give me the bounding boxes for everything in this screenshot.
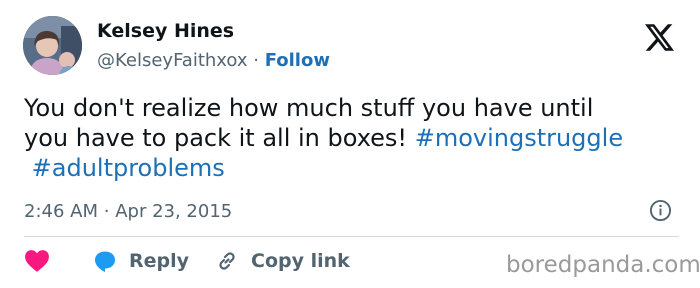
tweet-text-line-2-body: you have to pack it all in boxes!: [24, 124, 408, 152]
timestamp-date: Apr 23, 2015: [115, 201, 233, 222]
timestamp-separator: ·: [103, 201, 110, 222]
tweet-timestamp[interactable]: 2:46 AM · Apr 23, 2015: [24, 201, 232, 222]
tweet-text-line-3: #adultproblems: [24, 153, 684, 183]
tweet-text: You don't realize how much stuff you hav…: [24, 93, 684, 183]
info-icon[interactable]: [649, 199, 672, 222]
watermark: boredpanda.com: [506, 252, 700, 278]
author-name[interactable]: Kelsey Hines: [97, 20, 234, 42]
author-handle[interactable]: @KelseyFaithxox: [97, 50, 248, 71]
follow-button[interactable]: Follow: [265, 50, 330, 71]
heart-icon: [25, 250, 49, 272]
hashtag-adultproblems[interactable]: #adultproblems: [32, 154, 225, 182]
avatar-photo: [23, 16, 82, 75]
link-icon: [219, 252, 235, 270]
author-handle-row: @KelseyFaithxox · Follow: [97, 50, 330, 71]
divider: [24, 236, 679, 237]
tweet-text-line-1: You don't realize how much stuff you hav…: [24, 94, 594, 122]
avatar[interactable]: [23, 16, 82, 75]
reply-bubble-icon: [95, 251, 115, 272]
reply-label: Reply: [129, 250, 190, 272]
x-logo-icon[interactable]: [645, 24, 674, 51]
handle-separator: ·: [253, 50, 259, 71]
reply-button[interactable]: Reply: [93, 249, 189, 273]
like-button[interactable]: [24, 249, 50, 273]
tweet-text-line-2: you have to pack it all in boxes! #movin…: [24, 123, 684, 153]
hashtag-movingstruggle[interactable]: #movingstruggle: [415, 124, 623, 152]
copy-link-label: Copy link: [251, 250, 350, 272]
copy-link-button[interactable]: Copy link: [215, 249, 350, 273]
timestamp-time: 2:46 AM: [24, 201, 98, 222]
